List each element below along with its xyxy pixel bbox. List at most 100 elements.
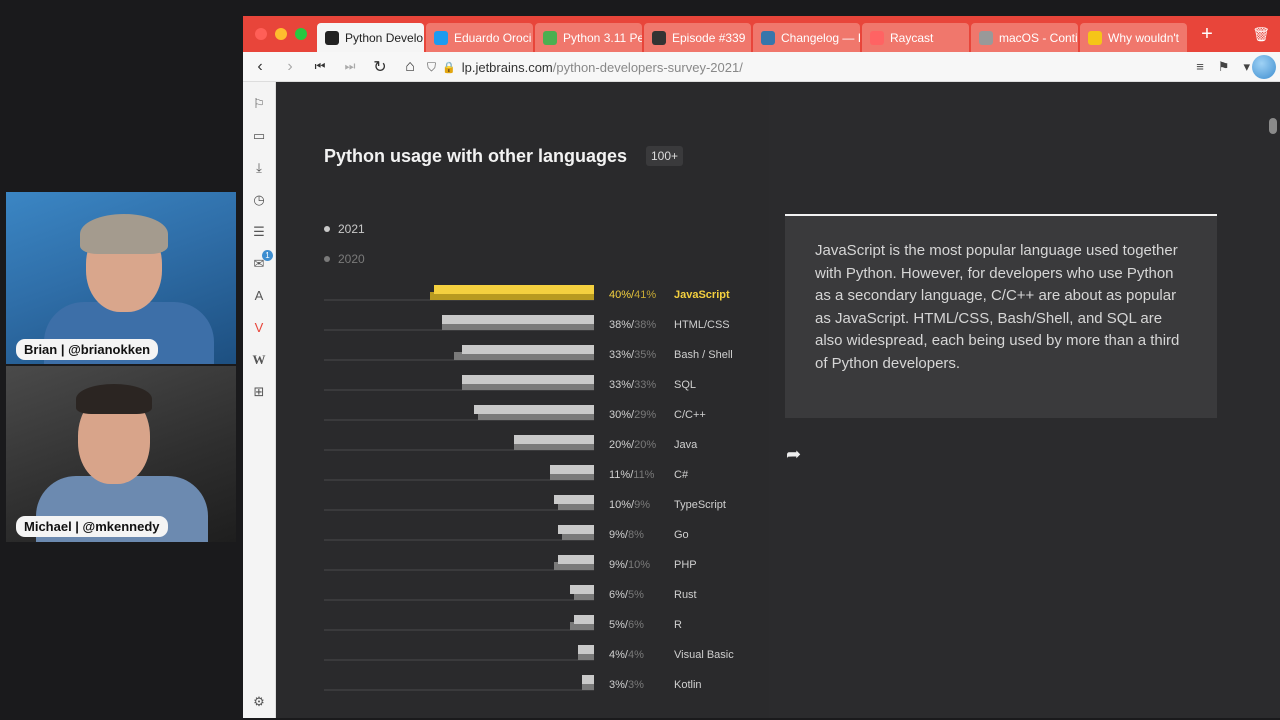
value-2021: 33%	[609, 349, 631, 361]
tab-7[interactable]: Why wouldn't	[1080, 23, 1187, 52]
value-2021: 20%	[609, 439, 631, 451]
podcast-icon	[652, 30, 666, 45]
home-icon[interactable]: ⌂	[395, 58, 425, 76]
category-label: HTML/CSS	[674, 319, 730, 331]
bookmark-icon[interactable]: ⚑	[1218, 59, 1230, 75]
value-2021: 30%	[609, 409, 631, 421]
close-window-button[interactable]	[255, 28, 267, 40]
share-icon[interactable]: ➦	[786, 444, 801, 465]
chevron-down-icon[interactable]: ▾	[1243, 59, 1250, 75]
new-tab-button[interactable]: +	[1198, 24, 1216, 44]
twitter-icon	[434, 30, 448, 45]
bar-2021	[474, 405, 594, 414]
trash-icon[interactable]: 🗑	[1252, 26, 1270, 43]
reading-list-icon[interactable]: ▭	[251, 128, 267, 144]
tab-1[interactable]: Eduardo Oroci	[426, 23, 533, 52]
vivaldi-icon[interactable]: V	[251, 320, 267, 336]
value-2021: 4%	[609, 649, 625, 661]
category-label: Java	[674, 439, 698, 451]
category-label: Kotlin	[674, 679, 702, 691]
category-label: R	[674, 619, 682, 631]
value-2020: 5%	[628, 589, 644, 601]
settings-icon[interactable]: ⚙	[251, 694, 267, 710]
tab-label: Python 3.11 Pe	[563, 30, 642, 45]
value-2021: 3%	[609, 679, 625, 691]
value-2020: 41%	[634, 289, 656, 301]
notification-badge: 1	[262, 250, 273, 261]
tab-label: Why wouldn't	[1108, 30, 1179, 45]
participant-name-badge: Michael | @mkennedy	[16, 516, 168, 537]
url-path: /python-developers-survey-2021/	[552, 59, 743, 75]
value-2020: 6%	[628, 619, 644, 631]
forward-icon[interactable]: ›	[275, 58, 305, 76]
value-label: 11%/11%	[609, 469, 655, 481]
lock-icon: 🔒	[442, 61, 456, 74]
tab-bar: Python Develo Eduardo Oroci Python 3.11 Pe…	[243, 16, 1280, 52]
value-2020: 38%	[634, 319, 656, 331]
translate-icon[interactable]: A	[251, 288, 267, 304]
tab-3[interactable]: Episode #339	[644, 23, 751, 52]
bar-2021	[550, 465, 594, 474]
address-actions: ≡ ⚑ ▾	[1196, 59, 1250, 75]
raycast-icon	[870, 30, 884, 45]
value-2021: 10%	[609, 499, 631, 511]
history-icon[interactable]: ◷	[251, 192, 267, 208]
profile-avatar[interactable]	[1252, 55, 1276, 79]
tab-6[interactable]: macOS - Conti	[971, 23, 1078, 52]
bar-2021	[578, 645, 594, 654]
rewind-icon[interactable]: ⏮	[305, 59, 335, 74]
reader-view-icon[interactable]: ≡	[1196, 59, 1204, 75]
category-label: C#	[674, 469, 689, 481]
value-label: 33%/35%	[609, 349, 656, 361]
category-label: Visual Basic	[674, 649, 734, 661]
url-field[interactable]: ⛉ 🔒 lp.jetbrains.com/python-developers-s…	[427, 52, 1187, 82]
value-label: 38%/38%	[609, 319, 656, 331]
browser-sidebar: ⚐ ▭ ⤓ ◷ ☰ ✉ 1 A V W ⊞ ⚙	[243, 82, 276, 718]
description-box: JavaScript is the most popular language …	[785, 214, 1217, 418]
person-hair	[80, 214, 168, 254]
value-label: 4%/4%	[609, 649, 644, 661]
value-label: 33%/33%	[609, 379, 656, 391]
value-2021: 5%	[609, 619, 625, 631]
add-panel-icon[interactable]: ⊞	[251, 384, 267, 400]
browser-window: Python Develo Eduardo Oroci Python 3.11 Pe…	[243, 16, 1280, 718]
value-2021: 33%	[609, 379, 631, 391]
discuss-icon	[543, 30, 557, 45]
value-2021: 6%	[609, 589, 625, 601]
tab-label: macOS - Conti	[999, 30, 1078, 45]
wikipedia-icon[interactable]: W	[251, 352, 267, 368]
scrollbar[interactable]	[1266, 82, 1280, 718]
zoom-window-button[interactable]	[295, 28, 307, 40]
value-2020: 20%	[634, 439, 656, 451]
value-label: 30%/29%	[609, 409, 656, 421]
value-label: 20%/20%	[609, 439, 656, 451]
tab-2[interactable]: Python 3.11 Pe	[535, 23, 642, 52]
bar-2021	[434, 285, 594, 294]
bar-2021	[558, 555, 594, 564]
tab-5[interactable]: Raycast	[862, 23, 969, 52]
back-icon[interactable]: ‹	[245, 58, 275, 76]
value-2020: 11%	[633, 469, 654, 481]
minimize-window-button[interactable]	[275, 28, 287, 40]
tab-0[interactable]: Python Develo	[317, 23, 424, 52]
tab-4[interactable]: Changelog — I	[753, 23, 860, 52]
fast-forward-icon[interactable]: ⏭	[335, 59, 365, 74]
bar-2021	[554, 495, 594, 504]
downloads-icon[interactable]: ⤓	[251, 160, 267, 176]
category-label: SQL	[674, 379, 696, 391]
value-label: 40%/41%	[609, 289, 656, 301]
category-label: TypeScript	[674, 499, 726, 511]
value-2021: 38%	[609, 319, 631, 331]
bar-2021	[558, 525, 594, 534]
value-label: 10%/9%	[609, 499, 650, 511]
scrollbar-thumb[interactable]	[1269, 118, 1277, 134]
shield-icon[interactable]: ⛉	[427, 60, 436, 75]
bar-2021	[442, 315, 594, 324]
bar-2021	[574, 615, 594, 624]
bookmarks-icon[interactable]: ⚐	[251, 96, 267, 112]
value-2020: 29%	[634, 409, 656, 421]
reload-icon[interactable]: ↻	[365, 57, 395, 77]
value-label: 5%/6%	[609, 619, 644, 631]
notes-icon[interactable]: ☰	[251, 224, 267, 240]
value-2020: 8%	[628, 529, 644, 541]
